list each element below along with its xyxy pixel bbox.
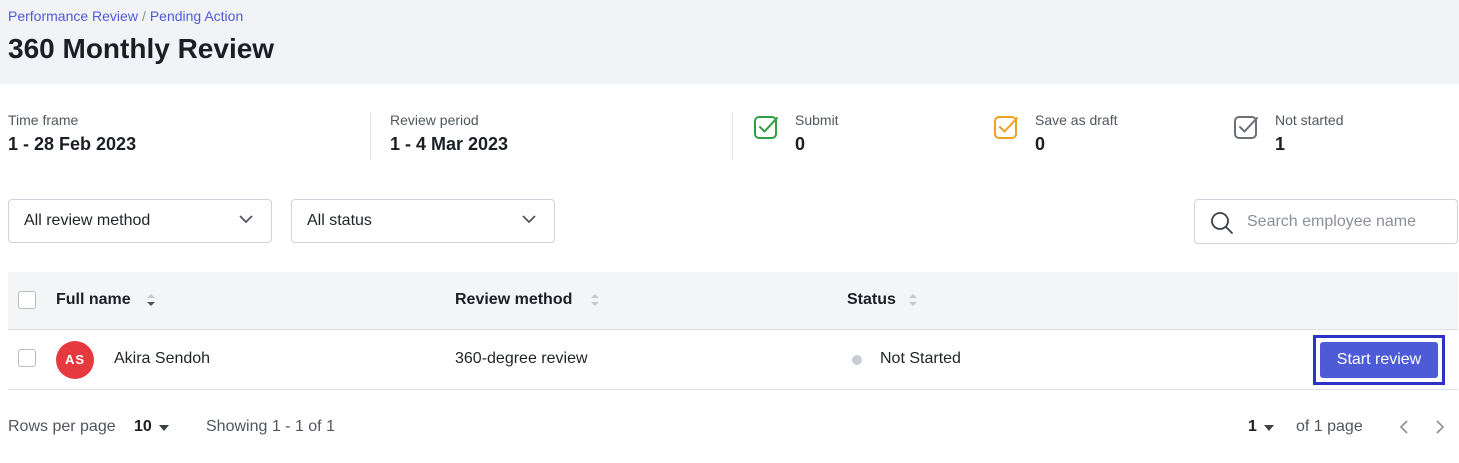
start-review-highlight: Start review <box>1313 335 1445 385</box>
stat-review-period-label: Review period <box>390 112 479 128</box>
column-full-name[interactable]: Full name <box>56 291 131 309</box>
column-review-method[interactable]: Review method <box>455 291 572 309</box>
sort-icon[interactable] <box>590 293 600 307</box>
review-method: 360-degree review <box>455 350 588 367</box>
draft-check-icon <box>994 116 1018 139</box>
search-icon <box>1211 212 1233 234</box>
sort-icon[interactable] <box>908 293 918 307</box>
caret-down-icon[interactable] <box>159 425 169 431</box>
review-method-selected: All review method <box>24 212 151 229</box>
breadcrumb: Performance Review / Pending Action <box>8 8 243 24</box>
stat-submit: Submit 0 <box>795 112 839 155</box>
status-dropdown[interactable]: All status <box>291 199 555 243</box>
chevron-right-icon[interactable] <box>1434 419 1446 435</box>
start-review-button[interactable]: Start review <box>1320 342 1438 378</box>
stat-submit-label: Submit <box>795 112 839 128</box>
row-checkbox[interactable] <box>18 349 36 367</box>
review-method-dropdown[interactable]: All review method <box>8 199 272 243</box>
table-footer: Rows per page 10 Showing 1 - 1 of 1 1 of… <box>0 416 1459 440</box>
search-input[interactable] <box>1247 200 1447 243</box>
page-total: of 1 page <box>1296 418 1363 435</box>
rows-per-page-select[interactable]: 10 <box>134 418 152 436</box>
rows-per-page-label: Rows per page <box>8 418 116 435</box>
status-text: Not Started <box>880 350 961 367</box>
table-row: AS Akira Sendoh 360-degree review Not St… <box>8 330 1458 390</box>
stat-submit-value: 0 <box>795 134 806 154</box>
breadcrumb-separator: / <box>141 8 146 24</box>
page-title: 360 Monthly Review <box>8 33 275 64</box>
stat-not-started-label: Not started <box>1275 112 1344 128</box>
stat-review-period: Review period 1 - 4 Mar 2023 <box>390 112 508 155</box>
stat-draft-label: Save as draft <box>1035 112 1118 128</box>
stat-time-frame-value: 1 - 28 Feb 2023 <box>8 134 137 154</box>
not-started-check-icon <box>1234 116 1258 139</box>
showing-count: Showing 1 - 1 of 1 <box>206 418 335 435</box>
summary-stats: Time frame 1 - 28 Feb 2023 Review period… <box>0 112 1459 162</box>
caret-down-icon[interactable] <box>1264 425 1274 431</box>
submit-check-icon <box>754 116 778 139</box>
stat-draft: Save as draft 0 <box>1035 112 1118 155</box>
column-status[interactable]: Status <box>847 291 896 309</box>
sort-icon[interactable] <box>146 293 156 307</box>
table-header: Full name Review method Status <box>8 272 1458 330</box>
stat-time-frame: Time frame 1 - 28 Feb 2023 <box>8 112 136 155</box>
stat-not-started-value: 1 <box>1275 134 1286 154</box>
search-box <box>1194 199 1458 244</box>
page-header: Performance Review / Pending Action 360 Mo… <box>0 0 1459 84</box>
avatar: AS <box>56 341 94 379</box>
breadcrumb-pending-action[interactable]: Pending Action <box>150 8 243 24</box>
stat-draft-value: 0 <box>1035 134 1046 154</box>
chevron-down-icon <box>239 215 253 224</box>
employee-name: Akira Sendoh <box>114 350 211 367</box>
stat-time-frame-label: Time frame <box>8 112 79 128</box>
select-all-checkbox[interactable] <box>18 291 36 309</box>
status-selected: All status <box>307 212 372 229</box>
chevron-down-icon <box>522 215 536 224</box>
stat-review-period-value: 1 - 4 Mar 2023 <box>390 134 509 154</box>
breadcrumb-performance-review[interactable]: Performance Review <box>8 8 138 24</box>
stat-divider <box>370 112 371 160</box>
status-dot-icon <box>852 355 862 365</box>
stat-divider <box>732 112 733 160</box>
page-select[interactable]: 1 <box>1248 418 1257 436</box>
stat-not-started: Not started 1 <box>1275 112 1343 155</box>
chevron-left-icon[interactable] <box>1398 419 1410 435</box>
